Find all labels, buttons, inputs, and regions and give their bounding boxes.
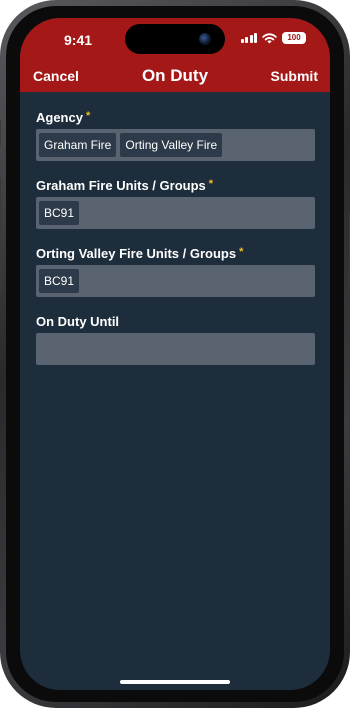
camera-icon: [199, 33, 211, 45]
required-mark: *: [239, 246, 244, 258]
agency-chip[interactable]: Orting Valley Fire: [120, 133, 223, 157]
required-mark: *: [85, 110, 91, 122]
wifi-icon: [262, 32, 277, 43]
volume-up-button: [0, 178, 1, 230]
cellular-signal-icon: [240, 33, 257, 43]
agency-label-text: Agency: [36, 110, 83, 125]
unit-chip[interactable]: BC91: [39, 201, 80, 225]
graham-units-field[interactable]: BC91: [36, 197, 315, 229]
on-duty-until-label: On Duty Until: [36, 314, 119, 329]
required-mark: *: [208, 178, 214, 190]
orting-units-label-text: Orting Valley Fire Units / Groups: [36, 246, 237, 261]
status-icons: 100: [240, 32, 306, 44]
home-indicator[interactable]: [120, 680, 230, 684]
graham-units-label-text: Graham Fire Units / Groups: [36, 178, 206, 193]
screen: 9:41 100 Cancel On Duty Submit Agency * …: [20, 18, 330, 690]
graham-units-label: Graham Fire Units / Groups *: [36, 178, 213, 193]
unit-chip[interactable]: BC91: [39, 269, 80, 293]
phone-frame: 9:41 100 Cancel On Duty Submit Agency * …: [0, 0, 350, 708]
status-time: 9:41: [64, 32, 93, 48]
dynamic-island: [125, 24, 225, 54]
agency-chip[interactable]: Graham Fire: [39, 133, 117, 157]
on-duty-until-label-text: On Duty Until: [36, 314, 120, 329]
on-duty-until-field[interactable]: [36, 333, 315, 365]
submit-button[interactable]: Submit: [271, 68, 318, 84]
agency-label: Agency *: [36, 110, 90, 125]
volume-down-button: [0, 242, 1, 294]
action-button: [0, 120, 1, 146]
orting-units-label: Orting Valley Fire Units / Groups *: [36, 246, 243, 261]
orting-units-field[interactable]: BC91: [36, 265, 315, 297]
agency-field[interactable]: Graham Fire Orting Valley Fire: [36, 129, 315, 161]
battery-icon: 100: [282, 32, 306, 44]
app-header: 9:41 100 Cancel On Duty Submit: [20, 18, 330, 92]
